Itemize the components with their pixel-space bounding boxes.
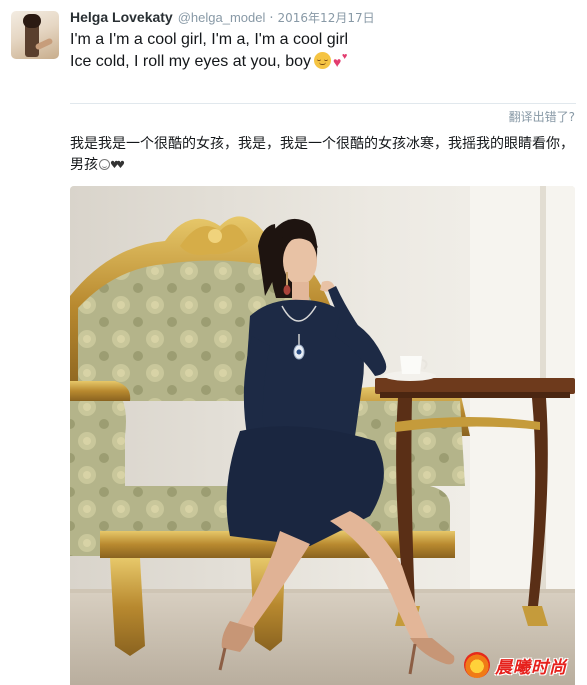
tweet-card: Helga Lovekaty @helga_model · 2016年12月17… [0, 0, 587, 685]
photo-illustration [70, 186, 575, 685]
tweet-text: I'm a I'm a cool girl, I'm a, I'm a cool… [70, 29, 570, 73]
header-separator: · [269, 11, 274, 26]
translation-error-link[interactable]: 翻译出错了? [509, 108, 575, 125]
tweet-text-line: I'm a I'm a cool girl, I'm a, I'm a cool… [70, 31, 349, 48]
sun-logo-icon [464, 652, 490, 678]
divider [70, 103, 576, 104]
relieved-face-icon [99, 159, 110, 170]
timestamp[interactable]: 2016年12月17日 [278, 9, 375, 26]
two-hearts-icon: ♥ ♥ [333, 51, 348, 70]
hearts-icon: ♥♥ [110, 160, 125, 171]
watermark-text: 晨曦时尚 [495, 657, 567, 678]
display-name[interactable]: Helga Lovekaty [70, 9, 173, 25]
tweet-photo[interactable]: 晨曦时尚 [70, 186, 575, 685]
tweet-header: Helga Lovekaty @helga_model · 2016年12月17… [70, 9, 375, 27]
avatar[interactable] [11, 11, 59, 59]
watermark: 晨曦时尚 [464, 652, 567, 678]
translated-text: 我是我是一个很酷的女孩，我是，我是一个很酷的女孩冰寒，我摇我的眼睛看你，男孩 ♥♥ [70, 134, 575, 176]
tweet-text-line: Ice cold, I roll my eyes at you, boy ♥ ♥ [70, 51, 570, 73]
relieved-face-icon [314, 52, 331, 69]
username[interactable]: @helga_model [178, 10, 266, 25]
